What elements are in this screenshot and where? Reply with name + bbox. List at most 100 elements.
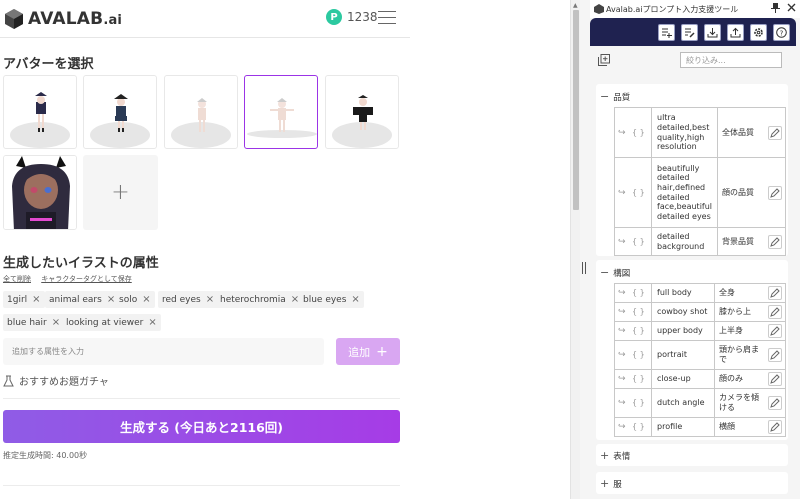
attribute-tag: animal ears × <box>45 291 120 308</box>
page-scrollbar[interactable]: ▲ <box>570 0 580 499</box>
menu-icon[interactable] <box>378 11 396 25</box>
tag-row: ↪{ } ultra detailed,best quality,high re… <box>614 107 786 158</box>
arrow-insert-icon[interactable]: ↪ <box>618 398 632 408</box>
pencil-icon[interactable] <box>768 396 782 410</box>
remove-tag-icon[interactable]: × <box>107 294 115 305</box>
tag-english[interactable]: portrait <box>651 340 715 370</box>
points-display: P 1238 <box>326 9 378 25</box>
tag-english[interactable]: ultra detailed,best quality,high resolut… <box>650 107 719 158</box>
save-character-tag-link[interactable]: キャラクタータグとして保存 <box>41 275 132 283</box>
category-card-expression[interactable]: + 表情 <box>596 444 788 466</box>
tag-english[interactable]: full body <box>651 283 715 303</box>
remove-tag-icon[interactable]: × <box>351 294 359 305</box>
tag-english[interactable]: profile <box>651 417 715 437</box>
scroll-up-icon[interactable]: ▲ <box>573 2 578 9</box>
avatar-figure <box>114 94 128 132</box>
panel-resize-handle[interactable] <box>581 262 587 274</box>
attribute-input[interactable]: 追加する属性を入力 <box>3 338 324 365</box>
tag-english[interactable]: dutch angle <box>651 388 715 418</box>
pencil-icon[interactable] <box>768 234 782 249</box>
pencil-icon[interactable] <box>768 286 782 300</box>
avatar-portrait <box>4 156 76 229</box>
tag-row: ↪{ } close-up 顔のみ <box>614 369 786 389</box>
list-edit-icon[interactable] <box>681 24 698 41</box>
pin-icon[interactable] <box>771 3 781 13</box>
braces-icon[interactable]: { } <box>632 128 645 137</box>
remove-tag-icon[interactable]: × <box>32 294 40 305</box>
braces-icon[interactable]: { } <box>632 307 645 316</box>
remove-tag-icon[interactable]: × <box>148 317 156 328</box>
braces-icon[interactable]: { } <box>632 188 645 197</box>
pencil-icon[interactable] <box>768 305 782 319</box>
gear-icon[interactable] <box>750 24 767 41</box>
pencil-icon[interactable] <box>768 372 782 386</box>
divider <box>3 398 400 399</box>
arrow-insert-icon[interactable]: ↪ <box>618 326 632 336</box>
avatar-figure <box>35 92 47 132</box>
tag-english[interactable]: upper body <box>651 321 715 341</box>
avatar-option-selected[interactable] <box>244 75 318 149</box>
tag-english[interactable]: cowboy shot <box>651 302 715 322</box>
remove-tag-icon[interactable]: × <box>52 317 60 328</box>
arrow-insert-icon[interactable]: ↪ <box>618 307 632 317</box>
avatar-option[interactable] <box>3 75 77 149</box>
upload-icon[interactable] <box>727 24 744 41</box>
add-avatar-button[interactable]: + <box>83 155 158 230</box>
attribute-tag: 1girl × <box>3 291 45 308</box>
avatar-option-custom[interactable] <box>3 155 77 230</box>
avatar-option[interactable] <box>164 75 238 149</box>
category-header[interactable]: + 表情 <box>600 449 630 462</box>
remove-tag-icon[interactable]: × <box>206 294 214 305</box>
category-card-clothes[interactable]: + 服 <box>596 472 788 494</box>
site-logo[interactable]: AVALAB.ai <box>4 8 122 30</box>
tag-row: ↪{ } dutch angle カメラを傾ける <box>614 388 786 418</box>
pencil-icon[interactable] <box>768 185 782 200</box>
arrow-insert-icon[interactable]: ↪ <box>618 374 632 384</box>
category-header[interactable]: + 服 <box>600 477 622 490</box>
avatar-section-title: アバターを選択 <box>3 57 94 72</box>
tag-english[interactable]: detailed background <box>650 227 719 256</box>
avatar-figure <box>270 98 294 132</box>
arrow-insert-icon[interactable]: ↪ <box>618 422 632 432</box>
arrow-insert-icon[interactable]: ↪ <box>618 237 632 247</box>
category-header[interactable]: − 構図 <box>600 266 630 279</box>
pencil-icon[interactable] <box>768 324 782 338</box>
tag-english[interactable]: beautifully detailed hair,defined detail… <box>650 157 719 228</box>
braces-icon[interactable]: { } <box>632 350 645 359</box>
avatar-figure <box>197 98 207 132</box>
clear-all-link[interactable]: 全て削除 <box>3 275 31 283</box>
tag-row: ↪{ } cowboy shot 膝から上 <box>614 302 786 322</box>
avatar-option[interactable] <box>325 75 399 149</box>
category-header[interactable]: − 品質 <box>600 90 630 103</box>
arrow-insert-icon[interactable]: ↪ <box>618 288 632 298</box>
copy-add-icon[interactable] <box>598 54 610 66</box>
download-icon[interactable] <box>704 24 721 41</box>
scroll-thumb[interactable] <box>573 10 579 210</box>
arrow-insert-icon[interactable]: ↪ <box>618 350 632 360</box>
tag-japanese: 顔のみ <box>719 374 743 384</box>
braces-icon[interactable]: { } <box>632 374 645 383</box>
pencil-icon[interactable] <box>768 348 782 362</box>
generate-button[interactable]: 生成する (今日あと2116回) <box>3 410 400 443</box>
pencil-icon[interactable] <box>768 420 782 434</box>
braces-icon[interactable]: { } <box>632 422 645 431</box>
filter-input[interactable]: 絞り込み... <box>680 52 782 68</box>
braces-icon[interactable]: { } <box>632 288 645 297</box>
recommend-gacha-button[interactable]: おすすめお題ガチャ <box>3 373 109 388</box>
braces-icon[interactable]: { } <box>632 237 645 246</box>
pencil-icon[interactable] <box>768 125 782 140</box>
braces-icon[interactable]: { } <box>632 398 645 407</box>
tag-english[interactable]: close-up <box>651 369 715 389</box>
help-icon[interactable]: ? <box>773 24 790 41</box>
close-icon[interactable] <box>787 3 797 13</box>
braces-icon[interactable]: { } <box>632 326 645 335</box>
arrow-insert-icon[interactable]: ↪ <box>618 188 632 198</box>
arrow-insert-icon[interactable]: ↪ <box>618 128 632 138</box>
list-add-icon[interactable] <box>658 24 675 41</box>
panel-titlebar: Avalab.aiプロンプト入力支援ツール <box>590 0 800 18</box>
avatar-option[interactable] <box>83 75 157 149</box>
tag-row: ↪{ } full body 全身 <box>614 283 786 303</box>
add-attribute-button[interactable]: 追加 + <box>336 338 400 365</box>
remove-tag-icon[interactable]: × <box>142 294 150 305</box>
remove-tag-icon[interactable]: × <box>291 294 299 305</box>
